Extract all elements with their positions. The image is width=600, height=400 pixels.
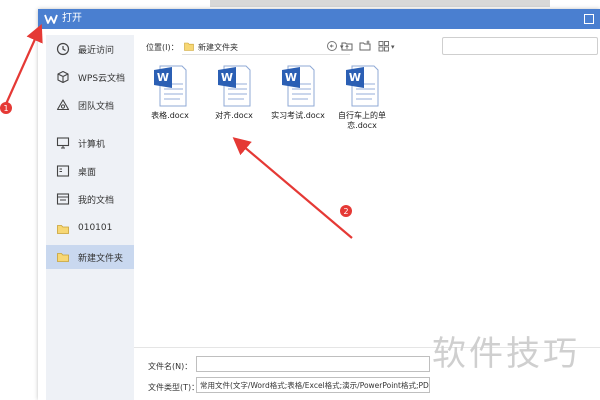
monitor-icon xyxy=(56,137,70,149)
sidebar-item-label: 010101 xyxy=(78,223,113,233)
cloud-cube-icon xyxy=(57,70,69,84)
sidebar-item-label: 桌面 xyxy=(78,168,97,178)
team-icon xyxy=(56,99,70,111)
sidebar-item-label: 计算机 xyxy=(78,140,106,150)
sidebar-item-my-documents[interactable]: 我的文档 xyxy=(46,187,134,211)
svg-text:W: W xyxy=(221,71,233,84)
sidebar-item-label: 最近访问 xyxy=(78,46,115,56)
filetype-label: 文件类型(T)： xyxy=(148,383,200,392)
documents-icon xyxy=(56,193,70,205)
current-path: 新建文件夹 xyxy=(198,43,238,52)
word-document-icon: W xyxy=(218,65,251,107)
filetype-value: 常用文件(文字/Word格式;表格/Excel格式;演示/PowerPoint格… xyxy=(200,381,430,390)
background-strip xyxy=(210,0,550,7)
file-item[interactable]: W 对齐.docx xyxy=(198,64,270,121)
file-name: 对齐.docx xyxy=(215,111,253,120)
file-item[interactable]: W 表格.docx xyxy=(134,64,206,121)
sidebar-item-computer[interactable]: 计算机 xyxy=(46,131,134,155)
background-window xyxy=(0,0,38,400)
clock-icon xyxy=(56,42,70,56)
sidebar-item-desktop[interactable]: 桌面 xyxy=(46,159,134,183)
svg-text:W: W xyxy=(349,71,361,84)
sidebar-item-label: 新建文件夹 xyxy=(78,254,124,264)
sidebar-item-new-folder[interactable]: 新建文件夹 xyxy=(46,245,134,269)
folder-icon xyxy=(57,253,69,262)
file-name: 实习考试.docx xyxy=(271,111,325,120)
svg-text:W: W xyxy=(157,71,169,84)
up-folder-icon[interactable] xyxy=(341,40,353,52)
title-bar: 打开 xyxy=(38,9,600,29)
view-grid-icon[interactable] xyxy=(378,40,390,52)
desktop-icon xyxy=(56,165,70,177)
sidebar-item-folder-010101[interactable]: 010101 xyxy=(46,217,134,241)
search-input[interactable] xyxy=(442,37,598,55)
back-icon[interactable] xyxy=(326,40,338,52)
sidebar-item-label: WPS云文档 xyxy=(78,74,126,84)
svg-text:W: W xyxy=(285,71,297,84)
view-dropdown-button[interactable]: ▾ xyxy=(391,43,395,51)
filetype-select[interactable]: 常用文件(文字/Word格式;表格/Excel格式;演示/PowerPoint格… xyxy=(196,377,430,393)
filename-input[interactable] xyxy=(196,356,430,372)
sidebar: 最近访问 WPS云文档 团队文档 计算机 桌面 我的文档 010101 新建文件… xyxy=(46,35,134,400)
sidebar-item-wps-cloud[interactable]: WPS云文档 xyxy=(46,65,134,89)
sidebar-item-label: 团队文档 xyxy=(78,102,115,112)
file-name: 表格.docx xyxy=(151,111,189,120)
maximize-button[interactable] xyxy=(584,14,594,24)
file-item[interactable]: W 自行车上的单恋.docx xyxy=(326,64,398,131)
watermark: 软件技巧 xyxy=(432,334,580,374)
word-document-icon: W xyxy=(282,65,315,107)
file-item[interactable]: W 实习考试.docx xyxy=(262,64,334,121)
folder-icon xyxy=(57,225,69,234)
sidebar-item-recent[interactable]: 最近访问 xyxy=(46,37,134,61)
location-label: 位置(I)： xyxy=(146,43,179,52)
filename-label: 文件名(N)： xyxy=(148,362,193,371)
sidebar-item-team-docs[interactable]: 团队文档 xyxy=(46,93,134,117)
sidebar-item-label: 我的文档 xyxy=(78,196,115,206)
wps-logo-icon xyxy=(44,14,58,24)
word-document-icon: W xyxy=(346,65,379,107)
file-name: 自行车上的单恋.docx xyxy=(338,111,386,130)
dialog-title: 打开 xyxy=(62,13,82,24)
folder-icon xyxy=(184,42,194,51)
word-document-icon: W xyxy=(154,65,187,107)
new-folder-icon[interactable] xyxy=(359,40,371,52)
